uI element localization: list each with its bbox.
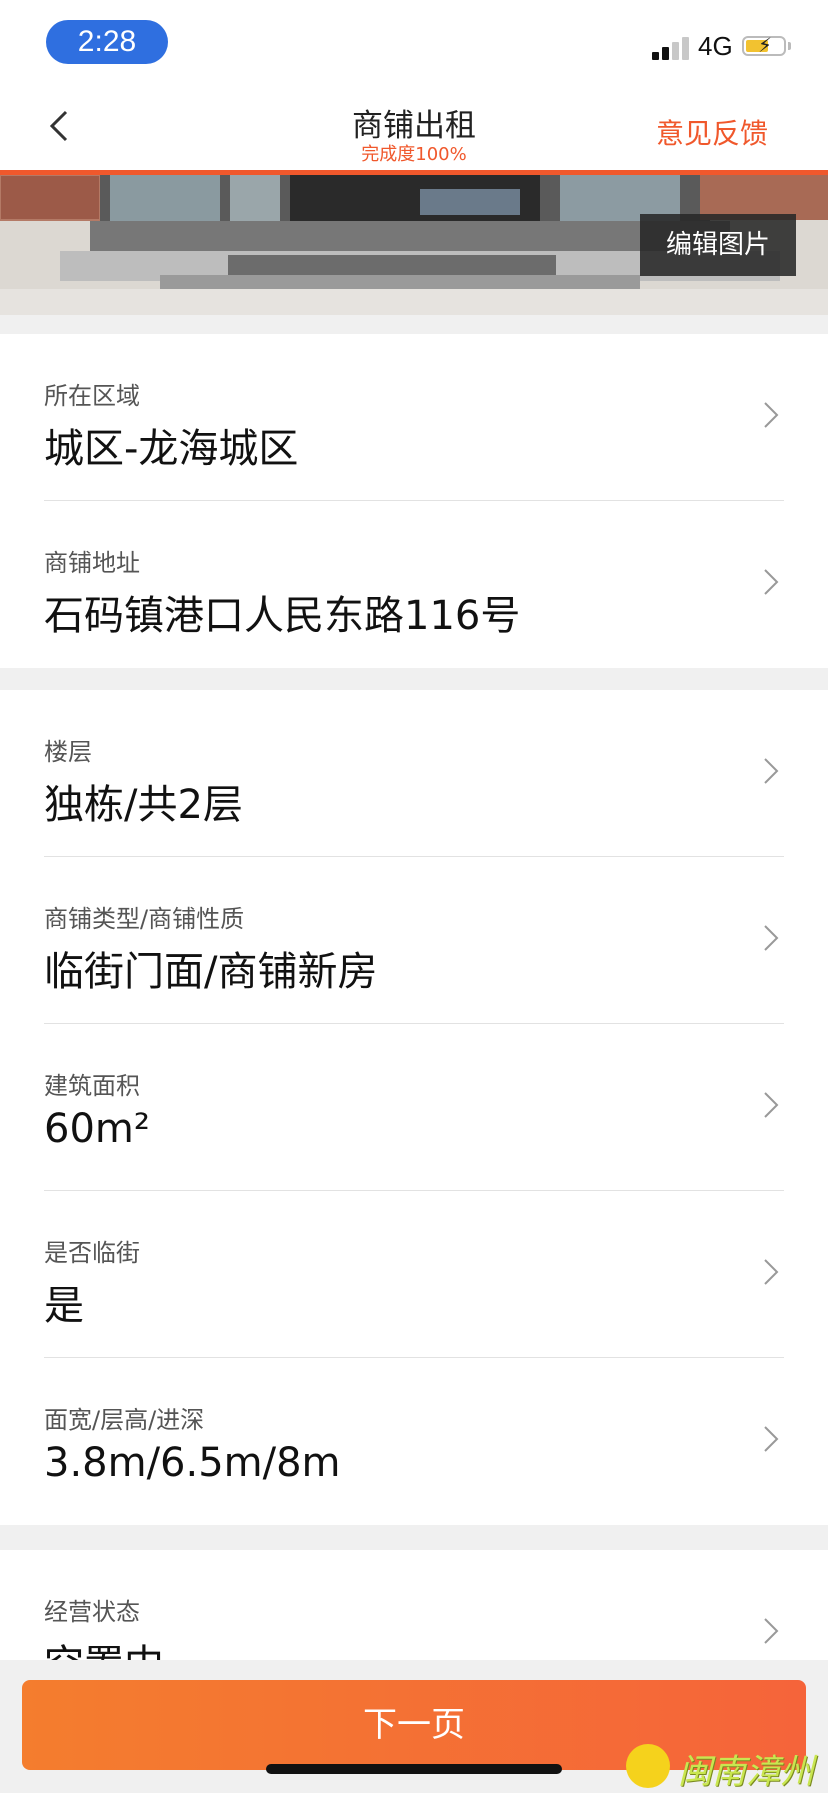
field-label: 经营状态	[44, 1598, 140, 1626]
field-label: 建筑面积	[44, 1072, 140, 1100]
chevron-right-icon	[764, 569, 779, 595]
field-value: 空置中	[44, 1632, 164, 1660]
field-value: 3.8m/6.5m/8m	[44, 1440, 341, 1486]
home-indicator	[266, 1764, 562, 1774]
chevron-right-icon	[764, 758, 779, 784]
watermark: 闽南漳州	[622, 1740, 828, 1792]
field-label: 商铺类型/商铺性质	[44, 905, 245, 933]
field-value: 独栋/共2层	[44, 782, 243, 828]
status-time: 2:28	[46, 20, 168, 64]
field-label: 是否临街	[44, 1239, 140, 1267]
field-value: 石码镇港口人民东路116号	[44, 593, 521, 639]
form-row-dimensions[interactable]: 面宽/层高/进深 3.8m/6.5m/8m	[0, 1358, 828, 1525]
field-value: 临街门面/商铺新房	[44, 949, 378, 995]
watermark-text: 闽南漳州	[678, 1752, 814, 1792]
location-section: 所在区域 城区-龙海城区 商铺地址 石码镇港口人民东路116号	[0, 334, 828, 668]
details-section: 楼层 独栋/共2层 商铺类型/商铺性质 临街门面/商铺新房 建筑面积 60m² …	[0, 690, 828, 1525]
field-label: 所在区域	[44, 382, 140, 410]
field-value: 60m²	[44, 1106, 150, 1152]
battery-icon: ⚡	[742, 33, 786, 57]
nav-bar: 商铺出租 完成度100% 意见反馈	[0, 84, 828, 170]
form-row-business-status[interactable]: 经营状态 空置中	[0, 1550, 828, 1660]
chevron-right-icon	[764, 1092, 779, 1118]
watermark-logo-icon	[626, 1744, 670, 1788]
edit-photo-button[interactable]: 编辑图片	[640, 214, 796, 276]
business-section: 经营状态 空置中	[0, 1550, 828, 1660]
chevron-right-icon	[764, 402, 779, 428]
network-type: 4G	[698, 31, 733, 61]
signal-icon	[652, 36, 692, 60]
field-label: 楼层	[44, 738, 92, 766]
form-row-street-facing[interactable]: 是否临街 是	[0, 1191, 828, 1358]
field-value: 城区-龙海城区	[44, 426, 299, 472]
form-row-region[interactable]: 所在区域 城区-龙海城区	[0, 334, 828, 501]
chevron-right-icon	[764, 1426, 779, 1452]
form-row-address[interactable]: 商铺地址 石码镇港口人民东路116号	[0, 501, 828, 668]
form-row-area[interactable]: 建筑面积 60m²	[0, 1024, 828, 1191]
chevron-right-icon	[764, 1618, 779, 1644]
field-label: 商铺地址	[44, 549, 140, 577]
status-bar: 2:28 4G ⚡	[0, 0, 828, 84]
form-row-shop-type[interactable]: 商铺类型/商铺性质 临街门面/商铺新房	[0, 857, 828, 1024]
battery-cap	[788, 42, 791, 50]
feedback-link[interactable]: 意见反馈	[656, 112, 768, 152]
field-value: 是	[44, 1283, 84, 1329]
chevron-right-icon	[764, 1259, 779, 1285]
form-row-floor[interactable]: 楼层 独栋/共2层	[0, 690, 828, 857]
chevron-right-icon	[764, 925, 779, 951]
field-label: 面宽/层高/进深	[44, 1406, 205, 1434]
